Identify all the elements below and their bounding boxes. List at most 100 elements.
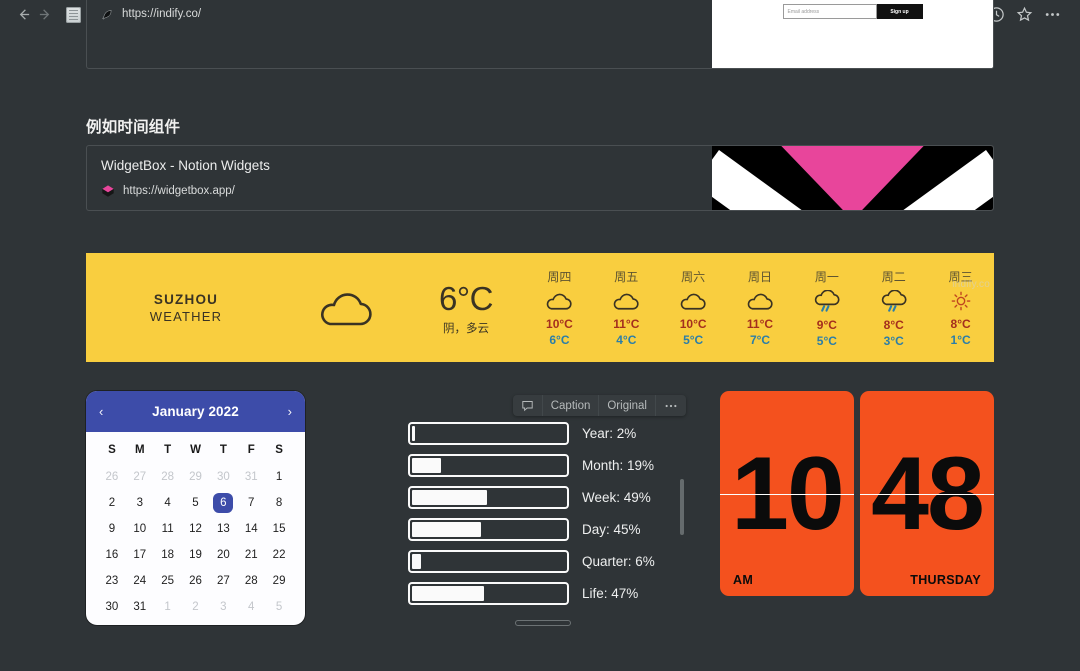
progress-bar-fill [412,553,422,569]
progress-widget[interactable]: Caption Original Year: 2% Month: 19% Week:… [408,391,696,631]
calendar-day[interactable]: 23 [98,571,126,591]
flip-hinge [720,493,854,495]
progress-bar-label: Quarter: 6% [582,553,655,569]
forward-icon[interactable] [34,4,56,26]
progress-row: Year: 2% [408,417,696,449]
comment-icon[interactable] [513,395,543,416]
caption-button[interactable]: Caption [543,395,600,416]
progress-row: Day: 45% [408,513,696,545]
calendar-weekday: S [275,444,283,456]
calendar-day[interactable]: 24 [126,571,154,591]
calendar-day[interactable]: 13 [209,519,237,539]
progress-bar-fill [412,489,487,505]
weather-widget[interactable]: SUZHOU WEATHER 6°C 阴，多云 周四 10°C 6°C 周五 1… [86,253,994,362]
flip-clock-widget[interactable]: 10 AM 48 THURSDAY [720,391,994,596]
calendar-day[interactable]: 28 [154,467,182,487]
block-resize-handle[interactable] [515,620,571,626]
weather-current-desc: 阴，多云 [443,322,489,335]
forecast-low: 1°C [950,333,971,347]
preview-signup-form: Email address Sign up [782,4,923,19]
calendar-day[interactable]: 31 [237,467,265,487]
forecast-day-name: 周二 [881,269,906,284]
weather-current-temp: 6°C [439,279,493,317]
star-icon[interactable] [1010,3,1038,27]
ellipsis-icon[interactable] [1038,3,1066,27]
calendar-day[interactable]: 29 [182,467,210,487]
progress-bar-track [408,549,569,573]
clock-weekday: THURSDAY [910,573,981,587]
calendar-day[interactable]: 3 [126,493,154,513]
calendar-day[interactable]: 8 [265,493,293,513]
forecast-low: 4°C [616,333,637,347]
calendar-day[interactable]: 4 [154,493,182,513]
back-icon[interactable] [12,4,34,26]
calendar-day[interactable]: 1 [265,467,293,487]
forecast-low: 5°C [683,333,704,347]
calendar-day[interactable]: 10 [126,519,154,539]
calendar-day[interactable]: 27 [209,571,237,591]
calendar-day[interactable]: 26 [182,571,210,591]
bookmark-indify-preview: does with widgets Fully customizable, an… [712,0,993,68]
calendar-day[interactable]: 29 [265,571,293,591]
bookmark-widgetbox-art [712,146,993,210]
calendar-day[interactable]: 19 [182,545,210,565]
calendar-day[interactable]: 16 [98,545,126,565]
cloud-icon [613,293,639,310]
forecast-low: 7°C [749,333,771,347]
calendar-day[interactable]: 2 [98,493,126,513]
progress-bar-label: Month: 19% [582,457,655,473]
sun-icon [951,291,970,311]
calendar-day[interactable]: 20 [209,545,237,565]
weather-label: WEATHER [149,308,223,324]
calendar-day[interactable]: 5 [182,493,210,513]
progress-bar-track [408,581,569,605]
chevron-right-icon[interactable]: › [288,404,292,419]
progress-bar-label: Year: 2% [582,425,637,441]
calendar-day[interactable]: 4 [237,597,265,617]
calendar-day[interactable]: 9 [98,519,126,539]
calendar-day[interactable]: 2 [182,597,210,617]
bookmark-indify-url: https://indify.co/ [122,8,202,20]
widget-scrollbar[interactable] [680,479,684,535]
calendar-day[interactable]: 17 [126,545,154,565]
calendar-day[interactable]: 11 [154,519,182,539]
calendar-day[interactable]: 31 [126,597,154,617]
cloud-icon [680,293,706,310]
calendar-day[interactable]: 25 [154,571,182,591]
original-button[interactable]: Original [599,395,656,416]
calendar-weekday: W [190,444,201,456]
calendar-day[interactable]: 27 [126,467,154,487]
calendar-grid: S M T W T F S 26 27 28 29 30 31 1 2 3 4 5 6 7 8 9 10 11 1… [98,441,293,617]
forecast-high: 10°C [679,317,707,331]
cloud-icon [747,293,773,310]
rain-icon [814,289,840,312]
calendar-day[interactable]: 21 [237,545,265,565]
forecast-day-name: 周日 [748,270,773,284]
calendar-day-selected[interactable]: 6 [209,493,237,513]
calendar-day[interactable]: 15 [265,519,293,539]
calendar-day[interactable]: 7 [237,493,265,513]
progress-bar-fill [412,585,484,601]
chevron-left-icon[interactable]: ‹ [99,404,103,419]
calendar-day[interactable]: 12 [182,519,210,539]
widgetbox-icon [102,185,114,197]
bookmark-widgetbox[interactable]: WidgetBox - Notion Widgets https://widge… [86,145,994,211]
progress-bar-fill [412,457,442,473]
calendar-day[interactable]: 14 [237,519,265,539]
calendar-day[interactable]: 5 [265,597,293,617]
calendar-day[interactable]: 26 [98,467,126,487]
calendar-day[interactable]: 18 [154,545,182,565]
calendar-day[interactable]: 3 [209,597,237,617]
calendar-day[interactable]: 28 [237,571,265,591]
ellipsis-icon[interactable] [656,395,686,416]
calendar-day[interactable]: 22 [265,545,293,565]
section-heading: 例如时间组件 [86,119,181,136]
calendar-day[interactable]: 30 [209,467,237,487]
calendar-weekday: F [247,444,255,456]
progress-row: Week: 49% [408,481,696,513]
bookmark-indify[interactable]: https://indify.co/ does with widgets Ful… [86,0,994,69]
calendar-day[interactable]: 1 [154,597,182,617]
calendar-day[interactable]: 30 [98,597,126,617]
bookmark-widgetbox-title: WidgetBox - Notion Widgets [101,158,270,174]
calendar-widget[interactable]: ‹ January 2022 › S M T W T F S 26 27 28 29 3… [86,391,305,625]
